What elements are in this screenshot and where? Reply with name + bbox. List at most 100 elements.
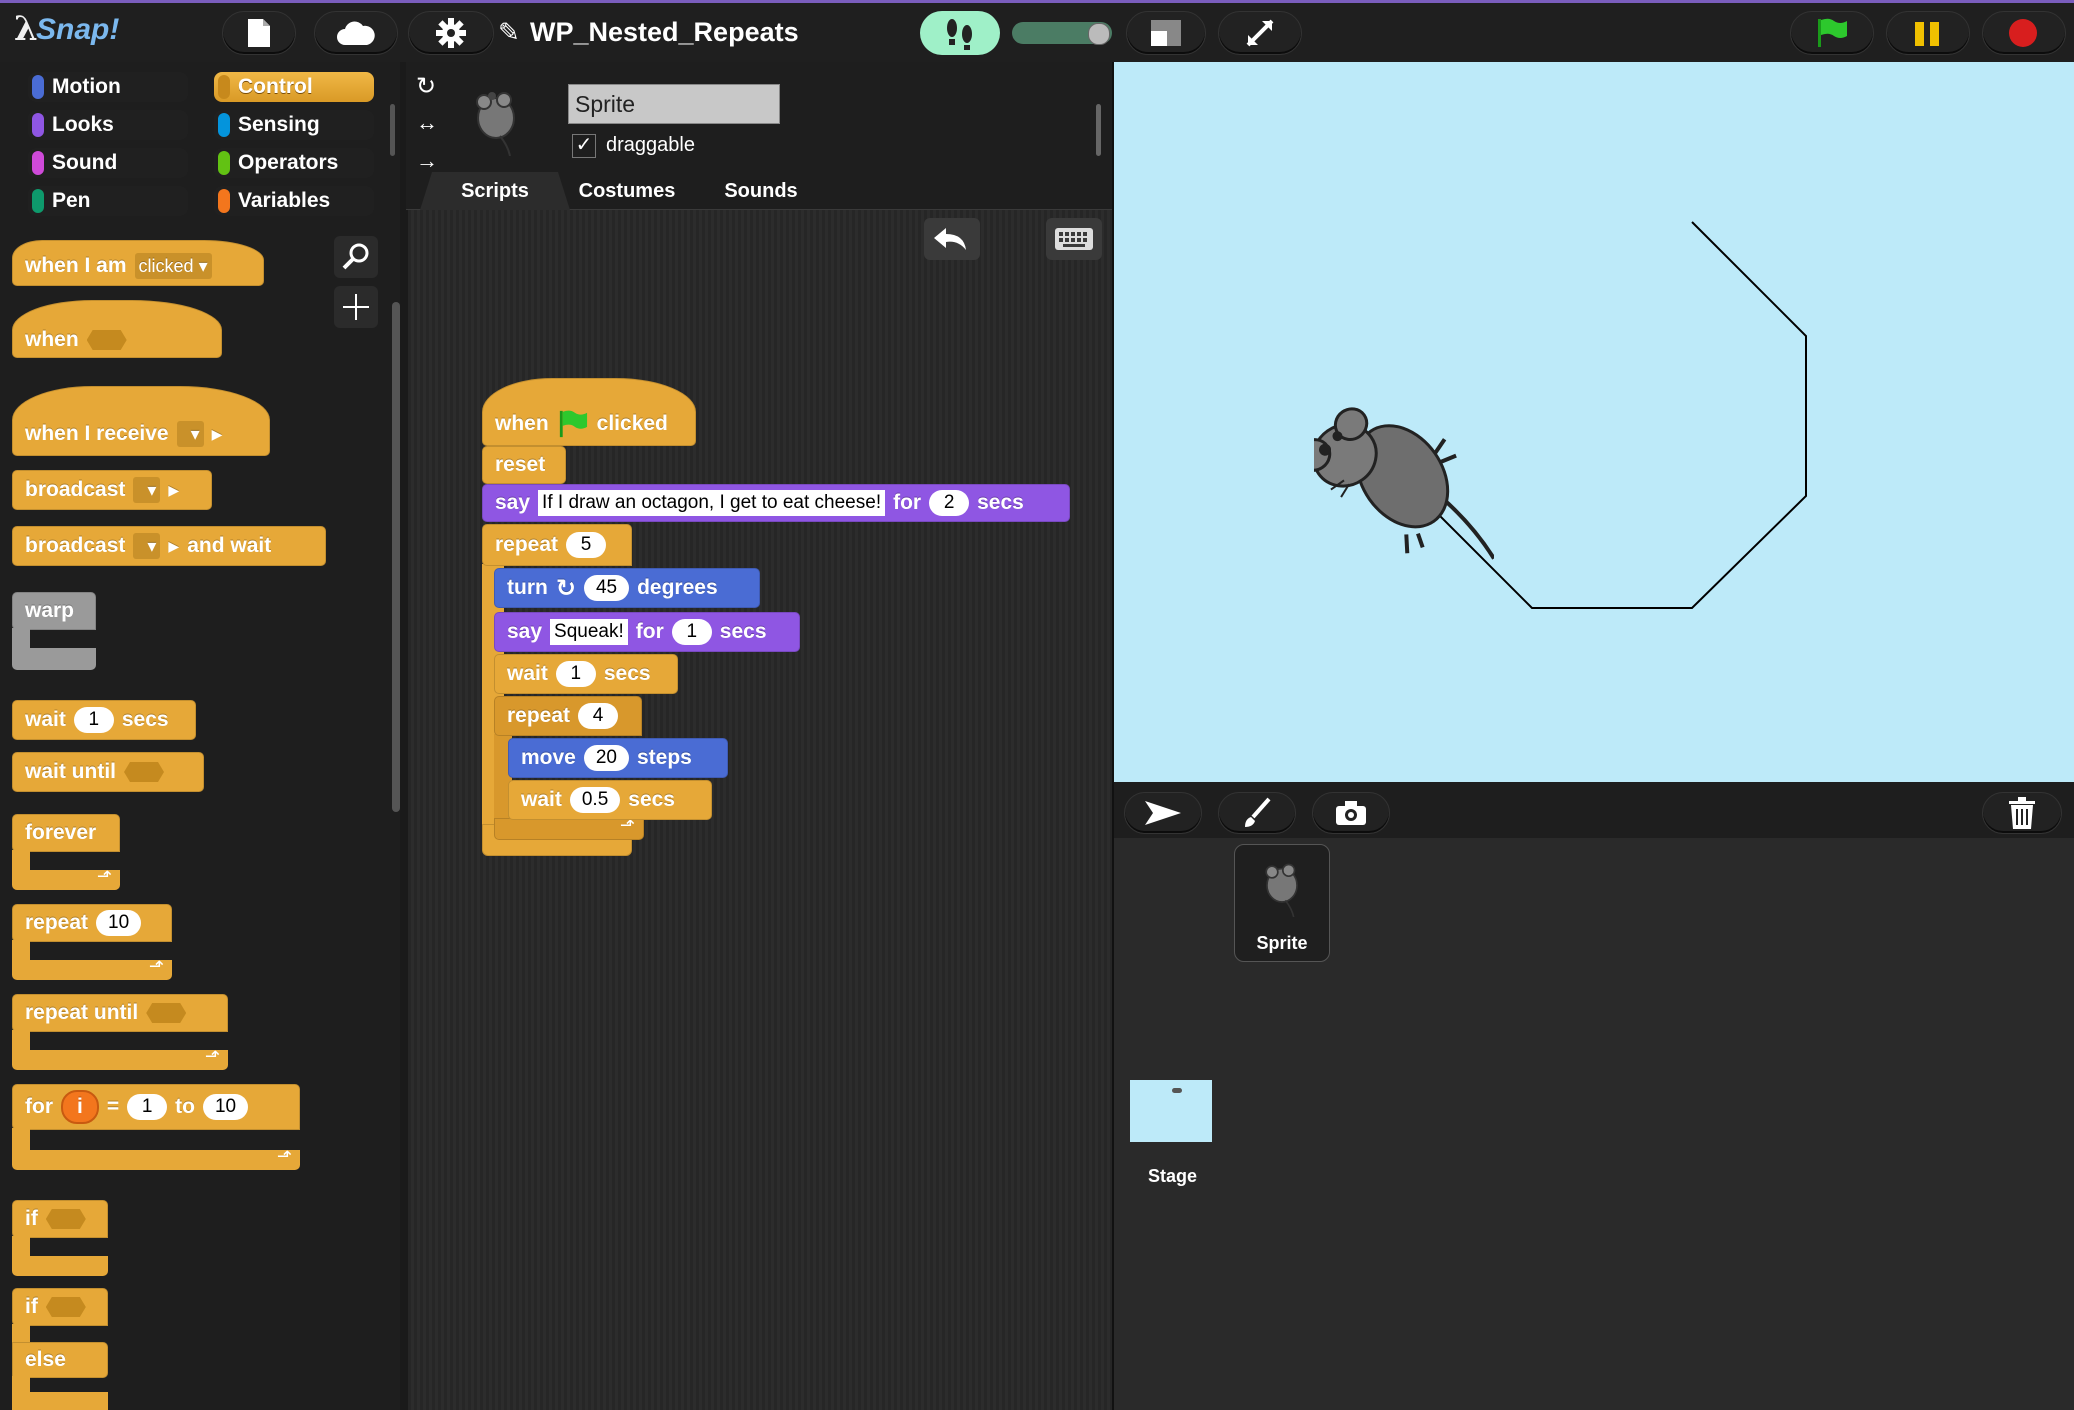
slider-knob[interactable]	[1088, 23, 1110, 45]
stage[interactable]	[1114, 62, 2074, 782]
category-scrollbar[interactable]	[390, 104, 395, 156]
for-to-input[interactable]: 10	[202, 1094, 249, 1120]
sprite-name-field[interactable]: Sprite	[568, 84, 780, 124]
wait-secs-block[interactable]: wait 1 secs	[494, 654, 678, 694]
condition-slot[interactable]	[45, 1297, 86, 1317]
category-color-dot	[218, 113, 230, 137]
category-looks[interactable]: Looks	[28, 110, 188, 140]
pause-button[interactable]	[1886, 11, 1970, 55]
wait-secs-input[interactable]: 1	[555, 661, 596, 687]
fullscreen-button[interactable]	[1218, 11, 1302, 55]
inner-repeat-block[interactable]: repeat 4	[494, 696, 642, 736]
mouse-sprite-icon[interactable]	[1314, 392, 1494, 612]
rotation-style-rotate-icon[interactable]: ↻	[416, 72, 436, 101]
palette-wait-until-block[interactable]: wait until	[12, 752, 204, 792]
when-flag-clicked-hat-block[interactable]: when clicked	[482, 378, 696, 446]
palette-when-condition-block[interactable]: when	[12, 300, 222, 358]
condition-slot[interactable]	[124, 762, 164, 782]
stepping-speed-slider[interactable]	[1012, 22, 1112, 45]
loop-arrow-icon: ⬏	[96, 866, 112, 886]
turn-degrees-block[interactable]: turn ↻ 45 degrees	[494, 568, 760, 608]
green-flag-button[interactable]	[1790, 11, 1874, 55]
single-stepping-button[interactable]	[920, 11, 1000, 55]
message-dropdown[interactable]: ▾	[133, 533, 161, 559]
sprite-bar-scrollbar[interactable]	[1096, 104, 1101, 156]
for-from-input[interactable]: 1	[127, 1094, 168, 1120]
arrow-right-icon[interactable]: ▶	[168, 538, 179, 555]
palette-for-block[interactable]: for i = 1 to 10	[12, 1084, 300, 1130]
message-dropdown[interactable]: ▾	[176, 421, 204, 447]
turn-degrees-input[interactable]: 45	[583, 575, 630, 601]
condition-slot[interactable]	[86, 330, 127, 350]
palette-if-block[interactable]: if	[12, 1200, 108, 1238]
outer-repeat-block[interactable]: repeat 5	[482, 524, 632, 566]
category-operators[interactable]: Operators	[214, 148, 374, 178]
say-text-input[interactable]: If I draw an octagon, I get to eat chees…	[538, 490, 886, 516]
wait-half-input[interactable]: 0.5	[569, 787, 621, 813]
tab-scripts[interactable]: Scripts	[420, 172, 570, 210]
event-dropdown[interactable]: clicked ▾	[134, 253, 212, 279]
stage-corral-icon[interactable]	[1130, 1080, 1212, 1142]
inner-repeat-count-input[interactable]: 4	[578, 703, 619, 729]
camera-sprite-button[interactable]	[1312, 792, 1390, 834]
search-blocks-button[interactable]	[334, 236, 378, 278]
rotation-style-flip-icon[interactable]: ↔	[416, 110, 438, 136]
palette-broadcast-and-wait-block[interactable]: broadcast ▾ ▶ and wait	[12, 526, 326, 566]
category-motion[interactable]: Motion	[28, 72, 188, 102]
say-squeak-secs-input[interactable]: 1	[671, 619, 712, 645]
palette-broadcast-block[interactable]: broadcast ▾ ▶	[12, 470, 212, 510]
palette-when-i-am-clicked-block[interactable]: when I am clicked ▾	[12, 240, 264, 286]
for-variable[interactable]: i	[61, 1090, 99, 1124]
wait-input[interactable]: 1	[73, 707, 114, 733]
condition-slot[interactable]	[45, 1209, 86, 1229]
palette-scrollbar[interactable]	[392, 302, 400, 812]
palette-repeat-until-block[interactable]: repeat until	[12, 994, 228, 1032]
category-variables[interactable]: Variables	[214, 186, 374, 216]
condition-slot[interactable]	[146, 1003, 187, 1023]
cloud-button[interactable]	[314, 11, 398, 55]
tab-sounds[interactable]: Sounds	[698, 172, 824, 210]
tab-costumes[interactable]: Costumes	[556, 172, 698, 210]
sprite-corral-icon-sprite[interactable]: Sprite	[1234, 844, 1330, 962]
paint-new-sprite-button[interactable]	[1218, 792, 1296, 834]
palette-warp-block[interactable]: warp	[12, 592, 96, 630]
stage-size-button[interactable]	[1126, 11, 1206, 55]
category-sensing[interactable]: Sensing	[214, 110, 374, 140]
message-dropdown[interactable]: ▾	[133, 477, 161, 503]
make-block-button[interactable]	[334, 286, 378, 328]
palette-repeat-block[interactable]: repeat 10	[12, 904, 172, 942]
top-bar: λ Snap! ✎ WP_Nested_Repeats	[0, 0, 2074, 62]
snap-logo[interactable]: λ Snap!	[10, 7, 119, 55]
move-steps-block[interactable]: move 20 steps	[508, 738, 728, 778]
say-squeak-input[interactable]: Squeak!	[550, 619, 628, 645]
stop-button[interactable]	[1982, 11, 2066, 55]
move-steps-input[interactable]: 20	[583, 745, 629, 771]
palette-if-else-block[interactable]: if	[12, 1288, 108, 1326]
undo-button[interactable]	[924, 218, 980, 260]
wait-half-secs-block[interactable]: wait 0.5 secs	[508, 780, 712, 820]
project-title[interactable]: WP_Nested_Repeats	[530, 17, 799, 48]
keyboard-entry-button[interactable]	[1046, 218, 1102, 260]
file-button[interactable]	[222, 11, 296, 55]
category-control[interactable]: Control	[214, 72, 374, 102]
arrow-right-icon[interactable]: ▶	[212, 426, 223, 443]
say-secs-input[interactable]: 2	[929, 490, 970, 516]
say-squeak-block[interactable]: say Squeak! for 1 secs	[494, 612, 800, 652]
repeat-foot: ⬏	[12, 956, 172, 980]
arrow-right-icon[interactable]: ▶	[168, 482, 179, 499]
turtle-arrow-icon	[1145, 801, 1181, 825]
delete-sprite-button[interactable]	[1982, 792, 2062, 834]
category-pen[interactable]: Pen	[28, 186, 188, 216]
palette-wait-secs-block[interactable]: wait 1 secs	[12, 700, 196, 740]
settings-button[interactable]	[408, 11, 494, 55]
palette-when-i-receive-block[interactable]: when I receive ▾ ▶	[12, 386, 270, 456]
category-sound[interactable]: Sound	[28, 148, 188, 178]
rotation-style-none-icon[interactable]: →	[416, 148, 438, 174]
add-turtle-sprite-button[interactable]	[1124, 792, 1202, 834]
repeat-count-input[interactable]: 10	[96, 910, 142, 936]
outer-repeat-count-input[interactable]: 5	[566, 532, 607, 558]
palette-forever-block[interactable]: forever	[12, 814, 120, 852]
draggable-checkbox[interactable]: ✓	[572, 134, 596, 158]
say-for-secs-block[interactable]: say If I draw an octagon, I get to eat c…	[482, 484, 1070, 522]
reset-block[interactable]: reset	[482, 446, 566, 484]
